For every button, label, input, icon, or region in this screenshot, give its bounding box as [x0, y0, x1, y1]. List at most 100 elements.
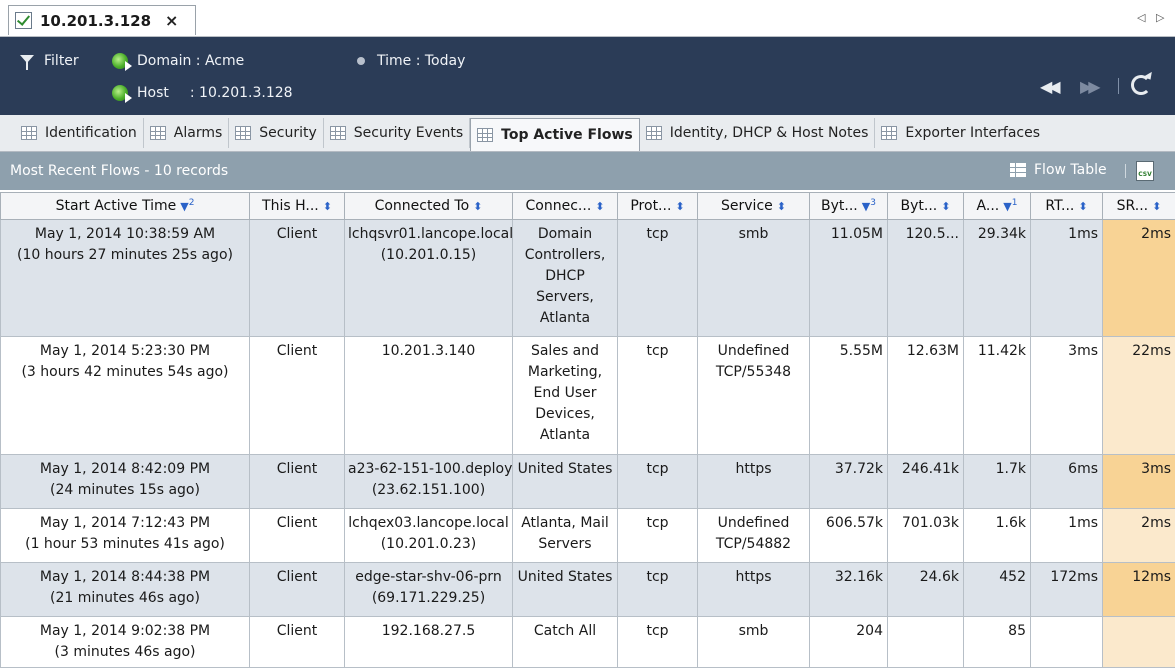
connection-group-cell[interactable]: Atlanta, Mail Servers: [513, 509, 618, 563]
connected-to-cell[interactable]: 10.201.3.140: [345, 337, 513, 455]
start-time-cell[interactable]: May 1, 2014 9:02:38 PM(3 minutes 46s ago…: [1, 617, 250, 668]
srt-cell[interactable]: [1103, 617, 1175, 668]
scroll-tabs-right-icon[interactable]: ▷: [1156, 11, 1164, 24]
sort-icon[interactable]: ⬍: [1152, 200, 1161, 213]
this-host-cell[interactable]: Client: [250, 337, 345, 455]
connection-group-cell[interactable]: Domain Controllers, DHCP Servers, Atlant…: [513, 220, 618, 337]
srt-cell[interactable]: 3ms: [1103, 455, 1175, 509]
bytes-cell[interactable]: 606.57k: [810, 509, 888, 563]
column-header[interactable]: Prot...⬍: [618, 193, 698, 220]
service-cell[interactable]: smb: [698, 220, 810, 337]
a-cell[interactable]: 85: [964, 617, 1031, 668]
a-cell[interactable]: 1.7k: [964, 455, 1031, 509]
rtt-cell[interactable]: 6ms: [1031, 455, 1103, 509]
bytes-cell[interactable]: 120.5...: [888, 220, 964, 337]
a-cell[interactable]: 1.6k: [964, 509, 1031, 563]
tab-exporter-interfaces[interactable]: Exporter Interfaces: [875, 118, 1046, 148]
column-header[interactable]: Connec...⬍: [513, 193, 618, 220]
connection-group-cell[interactable]: Catch All: [513, 617, 618, 668]
column-header[interactable]: Start Active Time▼2: [1, 193, 250, 220]
protocol-cell[interactable]: tcp: [618, 509, 698, 563]
table-row[interactable]: May 1, 2014 8:42:09 PM(24 minutes 15s ag…: [1, 455, 1175, 509]
this-host-cell[interactable]: Client: [250, 220, 345, 337]
this-host-cell[interactable]: Client: [250, 563, 345, 617]
protocol-cell[interactable]: tcp: [618, 617, 698, 668]
connection-group-cell[interactable]: United States: [513, 563, 618, 617]
tab-security[interactable]: Security: [229, 118, 324, 148]
column-header[interactable]: RT...⬍: [1031, 193, 1103, 220]
start-time-cell[interactable]: May 1, 2014 10:38:59 AM(10 hours 27 minu…: [1, 220, 250, 337]
filter-button[interactable]: Filter: [20, 53, 79, 69]
fast-forward-button[interactable]: ▶▶: [1080, 77, 1097, 96]
connected-to-cell[interactable]: lchqex03.lancope.local(10.201.0.23): [345, 509, 513, 563]
scroll-tabs-left-icon[interactable]: ◁: [1137, 11, 1145, 24]
a-cell[interactable]: 11.42k: [964, 337, 1031, 455]
connection-group-cell[interactable]: United States: [513, 455, 618, 509]
bytes-cell[interactable]: 5.55M: [810, 337, 888, 455]
start-time-cell[interactable]: May 1, 2014 8:44:38 PM(21 minutes 46s ag…: [1, 563, 250, 617]
protocol-cell[interactable]: tcp: [618, 563, 698, 617]
protocol-cell[interactable]: tcp: [618, 455, 698, 509]
tab-identity-dhcp-host-notes[interactable]: Identity, DHCP & Host Notes: [640, 118, 876, 148]
column-header[interactable]: Byt...⬍: [888, 193, 964, 220]
bytes-cell[interactable]: [888, 617, 964, 668]
start-time-cell[interactable]: May 1, 2014 8:42:09 PM(24 minutes 15s ag…: [1, 455, 250, 509]
sort-icon[interactable]: ⬍: [941, 200, 950, 213]
connected-to-cell[interactable]: edge-star-shv-06-prn(69.171.229.25): [345, 563, 513, 617]
sort-icon[interactable]: ⬍: [777, 200, 786, 213]
bytes-cell[interactable]: 701.03k: [888, 509, 964, 563]
domain-filter[interactable]: Domain : Acme: [112, 53, 244, 69]
bytes-cell[interactable]: 12.63M: [888, 337, 964, 455]
export-csv-icon[interactable]: CSV: [1136, 161, 1154, 181]
service-cell[interactable]: smb: [698, 617, 810, 668]
start-time-cell[interactable]: May 1, 2014 5:23:30 PM(3 hours 42 minute…: [1, 337, 250, 455]
table-row[interactable]: May 1, 2014 9:02:38 PM(3 minutes 46s ago…: [1, 617, 1175, 668]
tab-security-events[interactable]: Security Events: [324, 118, 470, 148]
rewind-button[interactable]: ◀◀: [1040, 77, 1057, 96]
service-cell[interactable]: https: [698, 563, 810, 617]
sort-icon[interactable]: ▼: [1003, 200, 1011, 213]
a-cell[interactable]: 452: [964, 563, 1031, 617]
rtt-cell[interactable]: 3ms: [1031, 337, 1103, 455]
service-cell[interactable]: Undefined TCP/54882: [698, 509, 810, 563]
srt-cell[interactable]: 22ms: [1103, 337, 1175, 455]
connection-group-cell[interactable]: Sales and Marketing, End User Devices, A…: [513, 337, 618, 455]
rtt-cell[interactable]: 172ms: [1031, 563, 1103, 617]
column-header[interactable]: This H...⬍: [250, 193, 345, 220]
connected-to-cell[interactable]: a23-62-151-100.deploy(23.62.151.100): [345, 455, 513, 509]
rtt-cell[interactable]: 1ms: [1031, 220, 1103, 337]
this-host-cell[interactable]: Client: [250, 455, 345, 509]
sort-icon[interactable]: ⬍: [675, 200, 684, 213]
bytes-cell[interactable]: 37.72k: [810, 455, 888, 509]
tab-top-active-flows[interactable]: Top Active Flows: [470, 118, 640, 151]
column-header[interactable]: Byt...▼3: [810, 193, 888, 220]
column-header[interactable]: SR...⬍: [1103, 193, 1175, 220]
table-row[interactable]: May 1, 2014 8:44:38 PM(21 minutes 46s ag…: [1, 563, 1175, 617]
rtt-cell[interactable]: 1ms: [1031, 509, 1103, 563]
table-row[interactable]: May 1, 2014 5:23:30 PM(3 hours 42 minute…: [1, 337, 1175, 455]
sort-icon[interactable]: ⬍: [1078, 200, 1087, 213]
sort-icon[interactable]: ⬍: [595, 200, 604, 213]
protocol-cell[interactable]: tcp: [618, 337, 698, 455]
bytes-cell[interactable]: 246.41k: [888, 455, 964, 509]
tab-alarms[interactable]: Alarms: [144, 118, 230, 148]
bytes-cell[interactable]: 32.16k: [810, 563, 888, 617]
connected-to-cell[interactable]: 192.168.27.5: [345, 617, 513, 668]
time-filter[interactable]: Time : Today: [357, 53, 465, 69]
this-host-cell[interactable]: Client: [250, 509, 345, 563]
column-header[interactable]: Connected To⬍: [345, 193, 513, 220]
table-row[interactable]: May 1, 2014 10:38:59 AM(10 hours 27 minu…: [1, 220, 1175, 337]
tab-identification[interactable]: Identification: [15, 118, 144, 148]
bytes-cell[interactable]: 11.05M: [810, 220, 888, 337]
sort-icon[interactable]: ⬍: [323, 200, 332, 213]
this-host-cell[interactable]: Client: [250, 617, 345, 668]
rtt-cell[interactable]: [1031, 617, 1103, 668]
sort-icon[interactable]: ▼: [180, 200, 188, 213]
start-time-cell[interactable]: May 1, 2014 7:12:43 PM(1 hour 53 minutes…: [1, 509, 250, 563]
sort-icon[interactable]: ▼: [862, 200, 870, 213]
protocol-cell[interactable]: tcp: [618, 220, 698, 337]
service-cell[interactable]: https: [698, 455, 810, 509]
table-row[interactable]: May 1, 2014 7:12:43 PM(1 hour 53 minutes…: [1, 509, 1175, 563]
refresh-icon[interactable]: [1131, 75, 1151, 95]
flow-table-button[interactable]: Flow Table: [1010, 162, 1107, 178]
